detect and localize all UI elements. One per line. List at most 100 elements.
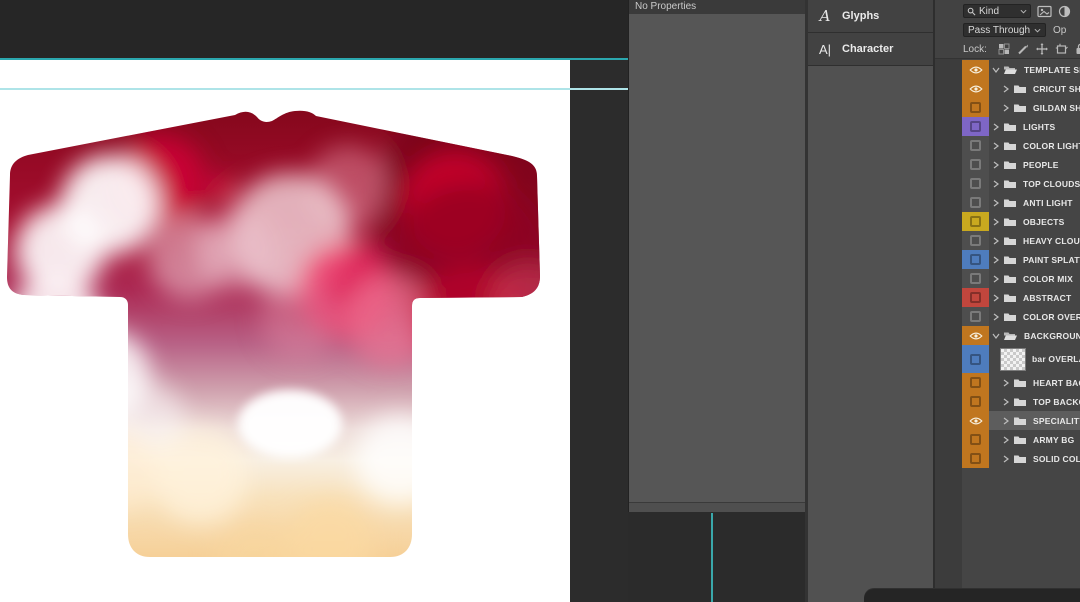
open-folder-icon: [1003, 330, 1018, 341]
glyphs-panel-label: Glyphs: [842, 10, 879, 22]
layer-visibility-toggle[interactable]: [962, 79, 989, 98]
expand-chevron-icon[interactable]: [1003, 379, 1009, 387]
layer-row[interactable]: SOLID COLORS: [935, 449, 1080, 468]
layer-row[interactable]: COLOR LIGHTS: [935, 136, 1080, 155]
expand-chevron-icon[interactable]: [993, 256, 999, 264]
layer-row[interactable]: ANTI LIGHT: [935, 193, 1080, 212]
expand-chevron-icon[interactable]: [993, 123, 999, 131]
expand-chevron-icon[interactable]: [993, 180, 999, 188]
folder-icon: [1013, 102, 1027, 113]
layer-thumbnail[interactable]: [1000, 348, 1026, 371]
layer-row[interactable]: bar OVERLAY: [935, 345, 1080, 373]
layer-visibility-toggle[interactable]: [962, 98, 989, 117]
layer-filter-kind-dropdown[interactable]: Kind: [963, 4, 1031, 18]
layer-row[interactable]: TOP CLOUDS: [935, 174, 1080, 193]
layer-row[interactable]: ARMY BG: [935, 430, 1080, 449]
layer-visibility-toggle[interactable]: [962, 345, 989, 373]
layer-visibility-toggle[interactable]: [962, 288, 989, 307]
folder-icon: [1003, 197, 1017, 208]
layer-visibility-toggle[interactable]: [962, 411, 989, 430]
layer-visibility-toggle[interactable]: [962, 373, 989, 392]
hidden-eye-box: [970, 453, 981, 464]
expand-chevron-icon[interactable]: [993, 218, 999, 226]
layer-row[interactable]: COLOR MIX: [935, 269, 1080, 288]
lock-label: Lock:: [963, 44, 987, 55]
expand-chevron-icon[interactable]: [1003, 398, 1009, 406]
layer-row[interactable]: ABSTRACT: [935, 288, 1080, 307]
layer-label: COLOR OVERLAY: [1023, 312, 1080, 322]
lock-image-pixels-icon[interactable]: [1017, 43, 1029, 55]
expand-chevron-icon[interactable]: [993, 161, 999, 169]
layer-row[interactable]: BACKGROUNDS: [935, 326, 1080, 345]
layer-visibility-toggle[interactable]: [962, 307, 989, 326]
layer-label: COLOR MIX: [1023, 274, 1073, 284]
folder-icon: [1003, 311, 1017, 322]
folder-icon: [1013, 377, 1027, 388]
layer-label: ANTI LIGHT: [1023, 198, 1073, 208]
layer-row[interactable]: OBJECTS: [935, 212, 1080, 231]
eye-icon: [969, 65, 983, 75]
layer-label: HEART BACKG: [1033, 378, 1080, 388]
layer-visibility-toggle[interactable]: [962, 155, 989, 174]
layer-row[interactable]: PAINT SPLATTER: [935, 250, 1080, 269]
filter-pixel-layers-icon[interactable]: [1037, 5, 1052, 18]
folder-icon: [1003, 292, 1017, 303]
properties-panel-footer: [629, 502, 805, 512]
lock-all-icon[interactable]: [1075, 43, 1080, 55]
lock-artboard-nesting-icon[interactable]: [1055, 43, 1068, 55]
hidden-eye-box: [970, 396, 981, 407]
layer-row[interactable]: HEAVY CLOUDS: [935, 231, 1080, 250]
layer-row[interactable]: SPECIALITY B: [935, 411, 1080, 430]
layer-visibility-toggle[interactable]: [962, 231, 989, 250]
document-canvas[interactable]: [0, 59, 570, 602]
hidden-eye-box: [970, 159, 981, 170]
layer-visibility-toggle[interactable]: [962, 212, 989, 231]
expand-chevron-icon[interactable]: [993, 237, 999, 245]
pasteboard: [628, 512, 805, 602]
folder-icon: [1003, 159, 1017, 170]
layer-visibility-toggle[interactable]: [962, 174, 989, 193]
expand-chevron-icon[interactable]: [993, 142, 999, 150]
layer-visibility-toggle[interactable]: [962, 60, 989, 79]
layer-row[interactable]: PEOPLE: [935, 155, 1080, 174]
lock-transparent-pixels-icon[interactable]: [998, 43, 1010, 55]
filter-adjustment-layers-icon[interactable]: [1058, 5, 1071, 18]
layer-label: OBJECTS: [1023, 217, 1065, 227]
lock-position-icon[interactable]: [1036, 43, 1048, 55]
layer-row[interactable]: HEART BACKG: [935, 373, 1080, 392]
layer-row[interactable]: COLOR OVERLAY: [935, 307, 1080, 326]
character-panel-button[interactable]: A| Character: [808, 33, 933, 66]
hidden-eye-box: [970, 178, 981, 189]
expand-chevron-icon[interactable]: [1003, 104, 1009, 112]
glyphs-panel-button[interactable]: A Glyphs: [808, 0, 933, 33]
expand-chevron-icon[interactable]: [993, 275, 999, 283]
layer-visibility-toggle[interactable]: [962, 250, 989, 269]
expand-chevron-icon[interactable]: [1003, 85, 1009, 93]
layer-row[interactable]: LIGHTS: [935, 117, 1080, 136]
layer-row[interactable]: TEMPLATE SIZES: [935, 60, 1080, 79]
open-folder-icon: [1003, 64, 1018, 75]
expand-chevron-icon[interactable]: [993, 199, 999, 207]
layer-visibility-toggle[interactable]: [962, 449, 989, 468]
expand-chevron-icon[interactable]: [1003, 436, 1009, 444]
layer-visibility-toggle[interactable]: [962, 430, 989, 449]
layer-row[interactable]: TOP BACKGRO: [935, 392, 1080, 411]
expand-chevron-icon[interactable]: [1003, 417, 1009, 425]
blend-mode-dropdown[interactable]: Pass Through: [963, 23, 1046, 37]
layer-visibility-toggle[interactable]: [962, 269, 989, 288]
layer-visibility-toggle[interactable]: [962, 326, 989, 345]
collapse-chevron-icon[interactable]: [993, 332, 999, 340]
hidden-eye-box: [970, 235, 981, 246]
layer-row[interactable]: GILDAN SHIRT: [935, 98, 1080, 117]
expand-chevron-icon[interactable]: [993, 294, 999, 302]
layer-visibility-toggle[interactable]: [962, 193, 989, 212]
layer-visibility-toggle[interactable]: [962, 117, 989, 136]
collapse-chevron-icon[interactable]: [993, 66, 999, 74]
layer-row[interactable]: CRICUT SHIRT: [935, 79, 1080, 98]
layer-visibility-toggle[interactable]: [962, 392, 989, 411]
expand-chevron-icon[interactable]: [993, 313, 999, 321]
expand-chevron-icon[interactable]: [1003, 455, 1009, 463]
horizontal-guide: [0, 58, 628, 60]
layer-visibility-toggle[interactable]: [962, 136, 989, 155]
eye-icon: [969, 84, 983, 94]
